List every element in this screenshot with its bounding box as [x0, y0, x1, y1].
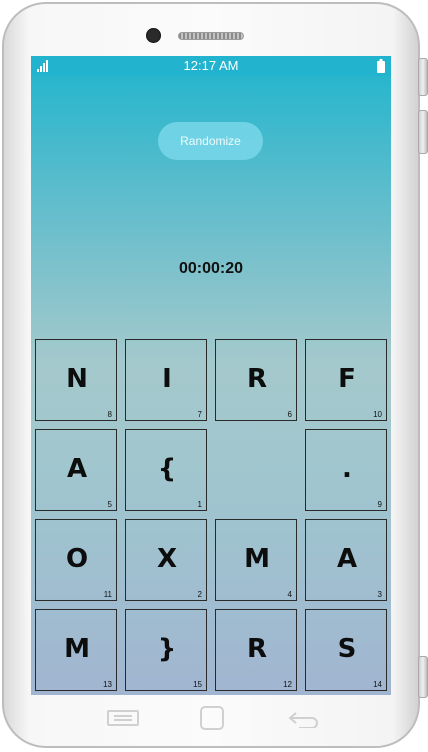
volume-up-button[interactable] [418, 58, 428, 96]
puzzle-tile[interactable]: M 13 [35, 609, 117, 691]
volume-down-button[interactable] [418, 110, 428, 154]
tile-number: 7 [197, 410, 202, 419]
tile-letter: } [157, 634, 177, 664]
tile-number: 6 [287, 410, 292, 419]
tile-letter: A [336, 544, 358, 574]
puzzle-tile[interactable]: R6 [215, 339, 297, 421]
puzzle-tile[interactable]: M4 [215, 519, 297, 601]
tile-number: 12 [283, 680, 292, 689]
tile-number: 15 [193, 680, 202, 689]
tile-letter: O [65, 544, 89, 574]
tile-number: 5 [107, 500, 112, 509]
puzzle-tile[interactable]: A3 [305, 519, 387, 601]
tile-letter: F [338, 364, 356, 394]
tile-letter: N [66, 364, 88, 394]
puzzle-tile[interactable]: .9 [305, 429, 387, 511]
tile-letter: { [157, 454, 177, 484]
tile-letter: . [342, 454, 352, 484]
status-time: 12:17 AM [183, 58, 239, 73]
tile-number: 8 [107, 410, 112, 419]
tile-letter: M [244, 544, 270, 574]
recent-apps-icon[interactable] [107, 710, 139, 726]
puzzle-tile[interactable]: A5 [35, 429, 117, 511]
tile-number: 9 [377, 500, 382, 509]
tile-number: 11 [103, 590, 112, 599]
power-button[interactable] [418, 656, 428, 698]
puzzle-tile[interactable]: {1 [125, 429, 207, 511]
puzzle-tile[interactable]: R 12 [215, 609, 297, 691]
tile-number: 14 [373, 680, 382, 689]
tile-letter: R [246, 364, 268, 394]
tile-letter: X [156, 544, 178, 574]
puzzle-tile[interactable]: S 14 [305, 609, 387, 691]
randomize-button[interactable]: Randomize [158, 122, 263, 160]
tile-letter: I [162, 364, 172, 394]
puzzle-tile[interactable]: } 15 [125, 609, 207, 691]
puzzle-tile[interactable]: I7 [125, 339, 207, 421]
tile-number: 1 [197, 500, 202, 509]
tile-letter: R [246, 634, 268, 664]
tile-number: 10 [373, 410, 382, 419]
earpiece-speaker-icon [178, 32, 244, 40]
home-icon[interactable] [200, 706, 224, 730]
puzzle-tile[interactable]: O 11 [35, 519, 117, 601]
front-camera-icon [146, 28, 161, 43]
tile-number: 13 [103, 680, 112, 689]
back-arrow-icon[interactable] [287, 710, 321, 728]
puzzle-tile[interactable]: X2 [125, 519, 207, 601]
tile-letter: S [337, 634, 357, 664]
status-bar: 12:17 AM [31, 56, 391, 76]
puzzle-tile[interactable]: F 10 [305, 339, 387, 421]
elapsed-timer: 00:00:20 [178, 260, 244, 277]
tile-number: 3 [377, 590, 382, 599]
tile-number: 4 [287, 590, 292, 599]
battery-icon [377, 59, 385, 73]
app-screen: 12:17 AM Randomize 00:00:20 N 8 I 7 R 6 F 10 A 5{… [31, 56, 391, 695]
tile-letter: M [64, 634, 90, 664]
tile-letter: A [66, 454, 88, 484]
puzzle-grid: N 8 I 7 R 6 F 10 A 5{1. 9 O 11 X 2 M 4 A 3 M 13} 15 R 12 S 14 [31, 337, 391, 695]
puzzle-tile[interactable]: N8 [35, 339, 117, 421]
tile-number: 2 [197, 590, 202, 599]
